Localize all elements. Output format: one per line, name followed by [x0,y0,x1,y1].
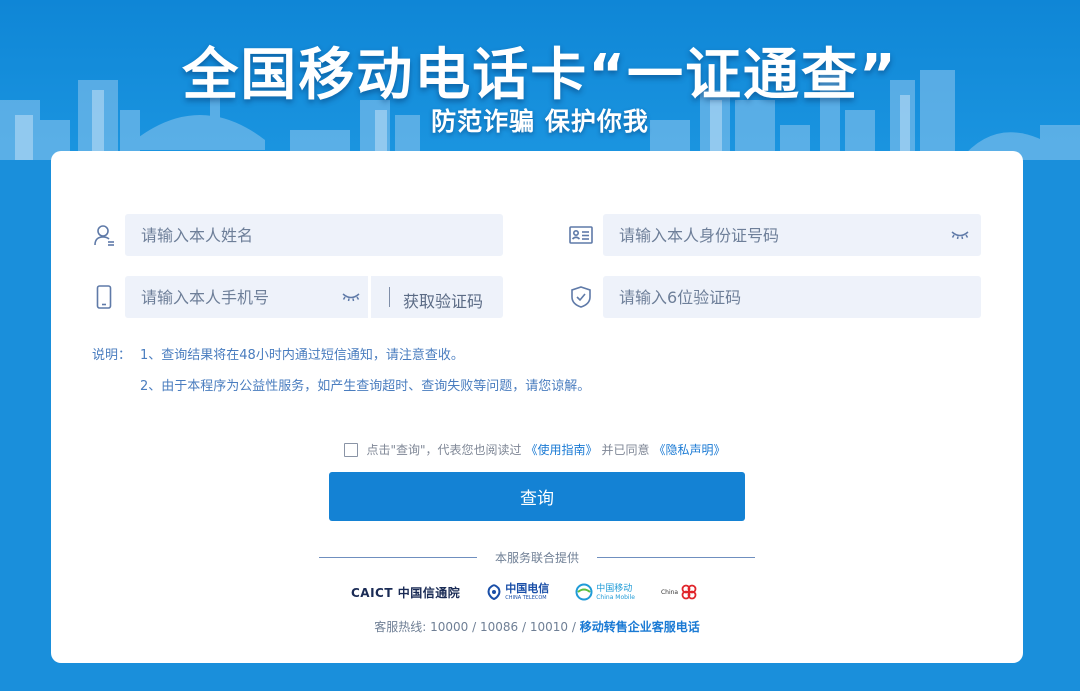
china-unicom-text: China [660,588,679,596]
reseller-hotline-link[interactable]: 移动转售企业客服电话 [580,620,700,634]
page-subtitle: 防范诈骗 保护你我 [431,107,649,136]
provider-logos: CAICT 中国信通院 中国电信 CHINA TELECOM 中国移动 Chin… [351,579,725,605]
caict-logo-text: CAICT 中国信通院 [351,585,461,600]
china-telecom-logo: 中国电信 CHINA TELECOM [486,583,549,601]
header-banner: 全国移动电话卡“一证通查” 防范诈骗 保护你我 [0,0,1080,160]
mobile-phone-icon [92,285,116,309]
china-mobile-icon [575,583,593,601]
name-input[interactable] [125,214,503,256]
agreement-text: 点击"查询"，代表您也阅读过 [366,443,522,457]
hide-eye-icon[interactable] [341,291,361,303]
china-unicom-logo: China [661,582,699,602]
name-field [125,214,503,256]
get-code-button[interactable]: 获取验证码 [403,288,483,312]
verification-code-input[interactable] [603,276,981,318]
phone-input[interactable] [125,276,340,318]
user-guide-link[interactable]: 《使用指南》 [526,441,598,458]
china-telecom-icon [487,584,501,601]
agreement-checkbox[interactable] [344,442,359,457]
page-title: 全国移动电话卡“一证通查” [182,43,898,108]
hide-eye-icon[interactable] [950,229,970,241]
agreement-row: 点击"查询"，代表您也阅读过 《使用指南》 并已同意 《隐私声明》 [51,441,1023,458]
china-mobile-logo: 中国移动 China Mobile [575,583,635,601]
notes-label: 说明： [92,348,132,363]
query-button[interactable]: 查询 [329,472,745,521]
note-line-2: 2、由于本程序为公益性服务，如产生查询超时、查询失败等问题，请您谅解。 [140,379,591,394]
field-divider [368,276,371,318]
china-mobile-sub: China Mobile [596,593,635,601]
hotline-text: 客服热线: 10000 / 10086 / 10010 / [374,620,576,634]
caict-logo: CAICT 中国信通院 [351,584,460,601]
china-telecom-name: 中国电信 [505,582,550,595]
phone-field: 获取验证码 [125,276,503,318]
china-mobile-name: 中国移动 [596,583,633,594]
user-icon [92,223,116,247]
divider-right [597,557,755,558]
query-form-card: 获取验证码 说明： 1、查询结果将在48小时内通过短信通知，请注意查收。 2、由… [51,151,1023,663]
china-telecom-sub: CHINA TELECOM [505,595,547,601]
privacy-policy-link[interactable]: 《隐私声明》 [654,441,726,458]
separator [389,287,390,307]
verification-code-field [603,276,981,318]
note-line-1: 1、查询结果将在48小时内通过短信通知，请注意查收。 [140,348,464,363]
id-number-field [603,214,981,256]
id-card-icon [569,223,593,247]
china-unicom-knot-icon [681,584,697,600]
agreement-middle-text: 并已同意 [601,443,650,457]
providers-title: 本服务联合提供 [494,551,579,565]
id-number-input[interactable] [603,214,933,256]
hotline-row: 客服热线: 10000 / 10086 / 10010 / 移动转售企业客服电话 [51,618,1023,635]
shield-check-icon [569,285,593,309]
